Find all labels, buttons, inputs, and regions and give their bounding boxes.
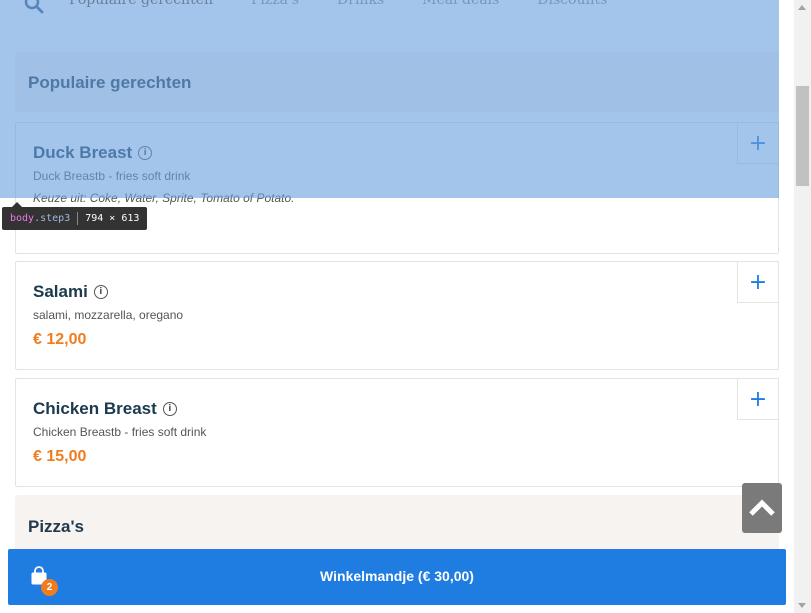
- info-icon[interactable]: i: [138, 146, 153, 160]
- item-choice: Keuze uit: Coke, Water, Sprite, Tomato o…: [33, 191, 295, 205]
- scrollbar-thumb[interactable]: [796, 86, 809, 186]
- section-title: Populaire gerechten: [28, 73, 192, 92]
- menu-item-card[interactable]: Duck Breast i Duck Breastb - fries soft …: [15, 122, 779, 254]
- item-description: salami, mozzarella, oregano: [33, 308, 184, 322]
- menu-item-card[interactable]: Chicken Breast i Chicken Breastb - fries…: [15, 378, 779, 487]
- tab-popular[interactable]: Populaire gerechten: [69, 0, 213, 8]
- item-name-text: Salami: [33, 282, 88, 301]
- tab-pizzas[interactable]: Pizza's: [251, 0, 299, 8]
- tab-discounts[interactable]: Discounts: [537, 0, 607, 8]
- info-icon[interactable]: i: [162, 402, 177, 416]
- item-name: Duck Breast i: [33, 143, 153, 163]
- add-button[interactable]: +: [737, 122, 779, 164]
- scroll-down-arrow-icon[interactable]: [798, 603, 806, 608]
- item-name-text: Duck Breast: [33, 143, 133, 162]
- chevron-up-icon: [749, 499, 775, 516]
- plus-icon: +: [748, 269, 768, 295]
- scrollbar[interactable]: [794, 0, 811, 613]
- scroll-up-arrow-icon[interactable]: [798, 5, 806, 10]
- search-icon[interactable]: [24, 0, 44, 14]
- cart-label: Winkelmandje (€ 30,00): [320, 568, 474, 584]
- info-icon[interactable]: i: [93, 285, 108, 299]
- tooltip-size: 794 × 613: [85, 213, 140, 224]
- item-name: Salami i: [33, 282, 108, 302]
- item-description: Chicken Breastb - fries soft drink: [33, 425, 207, 439]
- tooltip-tag: body: [10, 213, 35, 224]
- menu-page: Populaire gerechten Pizza's Drinks Meal …: [0, 0, 794, 613]
- menu-item-card[interactable]: Salami i salami, mozzarella, oregano € 1…: [15, 261, 779, 370]
- item-price: € 12,00: [33, 331, 87, 348]
- category-nav: Populaire gerechten Pizza's Drinks Meal …: [0, 0, 794, 32]
- add-button[interactable]: +: [737, 261, 779, 303]
- plus-icon: +: [748, 130, 768, 156]
- tooltip-class: .step3: [34, 213, 71, 224]
- tab-meal-deals[interactable]: Meal deals: [422, 0, 499, 8]
- item-name-text: Chicken Breast: [33, 399, 157, 418]
- item-description: Duck Breastb - fries soft drink: [33, 169, 191, 183]
- item-price: € 15,00: [33, 448, 87, 465]
- inspector-tooltip: body .step3 794 × 613: [2, 202, 148, 230]
- section-header-pizzas: Pizza's: [15, 495, 779, 555]
- tab-drinks[interactable]: Drinks: [337, 0, 384, 8]
- plus-icon: +: [748, 386, 768, 412]
- scroll-to-top-button[interactable]: [742, 483, 782, 533]
- cart-button[interactable]: 2 Winkelmandje (€ 30,00): [8, 549, 786, 605]
- item-name: Chicken Breast i: [33, 399, 177, 419]
- section-title: Pizza's: [28, 517, 85, 536]
- section-header-popular: Populaire gerechten: [15, 52, 779, 112]
- add-button[interactable]: +: [737, 378, 779, 420]
